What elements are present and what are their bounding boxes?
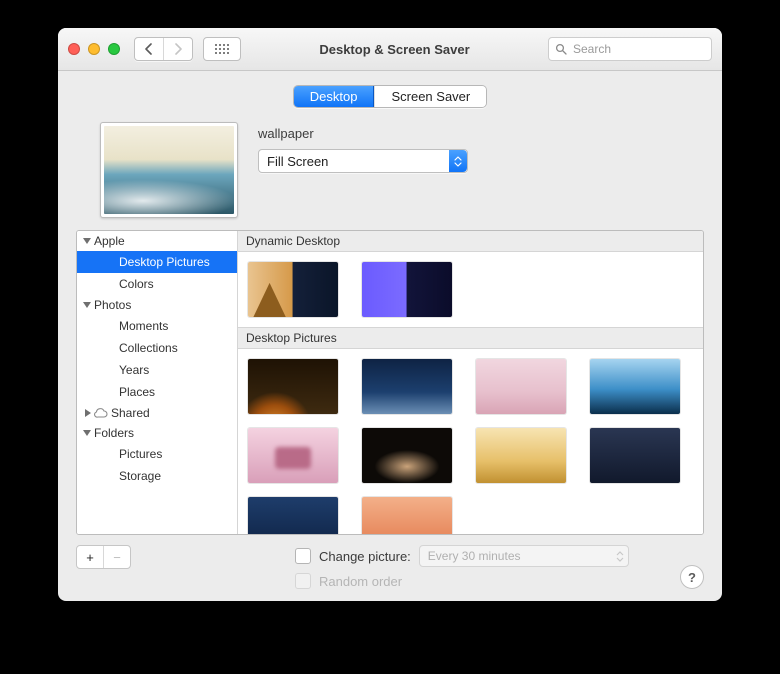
zoom-button[interactable]: [108, 43, 120, 55]
search-field[interactable]: [548, 37, 712, 61]
section-desktop-pictures: Desktop Pictures: [238, 327, 703, 349]
wallpaper-thumb[interactable]: [362, 359, 452, 414]
wallpaper-thumb[interactable]: [590, 359, 680, 414]
group-label: Apple: [94, 234, 125, 248]
forward-button[interactable]: [164, 38, 192, 60]
wallpaper-name-label: wallpaper: [258, 126, 468, 141]
group-apple[interactable]: Apple: [77, 231, 237, 251]
group-label: Folders: [94, 426, 134, 440]
source-collections[interactable]: Collections: [77, 337, 237, 359]
source-label: Pictures: [119, 447, 162, 461]
source-label: Years: [119, 363, 149, 377]
search-icon: [555, 43, 567, 55]
nav-back-forward: [134, 37, 193, 61]
minimize-button[interactable]: [88, 43, 100, 55]
wallpaper-thumb[interactable]: [248, 262, 338, 317]
source-label: Places: [119, 385, 155, 399]
fill-mode-value: Fill Screen: [267, 154, 328, 169]
close-button[interactable]: [68, 43, 80, 55]
tab-desktop[interactable]: Desktop: [294, 86, 375, 107]
source-desktop-pictures[interactable]: Desktop Pictures: [77, 251, 237, 273]
window-controls: [68, 43, 120, 55]
source-years[interactable]: Years: [77, 359, 237, 381]
wallpaper-thumb[interactable]: [248, 497, 338, 534]
section-dynamic-desktop: Dynamic Desktop: [238, 231, 703, 252]
group-label: Shared: [111, 406, 150, 420]
source-places[interactable]: Places: [77, 381, 237, 403]
change-interval-popup: Every 30 minutes: [419, 545, 629, 567]
source-list[interactable]: Apple Desktop Pictures Colors Ph: [77, 231, 238, 534]
disclosure-triangle-icon: [83, 430, 91, 436]
tab-switcher: Desktop Screen Saver: [76, 85, 704, 108]
group-label: Photos: [94, 298, 131, 312]
add-source-button[interactable]: +: [77, 546, 104, 568]
remove-source-button[interactable]: −: [104, 546, 130, 568]
wallpaper-thumb[interactable]: [476, 359, 566, 414]
wallpaper-thumb[interactable]: [248, 359, 338, 414]
wallpaper-thumbnail: [104, 126, 234, 214]
wallpaper-thumb[interactable]: [362, 497, 452, 534]
pane-body: Desktop Screen Saver wallpaper Fill Scre…: [58, 71, 722, 601]
help-button[interactable]: ?: [680, 565, 704, 589]
change-picture-label: Change picture:: [319, 549, 411, 564]
cloud-icon: [94, 408, 108, 418]
group-shared[interactable]: Shared: [77, 403, 237, 423]
source-label: Colors: [119, 277, 154, 291]
source-label: Collections: [119, 341, 178, 355]
wallpaper-thumb[interactable]: [362, 428, 452, 483]
grid-icon: [215, 44, 229, 54]
random-order-checkbox: [295, 573, 311, 589]
popup-arrows-icon: [612, 551, 628, 562]
change-picture-row: Change picture: Every 30 minutes: [295, 545, 629, 567]
tab-screensaver[interactable]: Screen Saver: [374, 86, 486, 107]
source-moments[interactable]: Moments: [77, 315, 237, 337]
fill-mode-popup[interactable]: Fill Screen: [258, 149, 468, 173]
source-label: Desktop Pictures: [119, 255, 210, 269]
titlebar: Desktop & Screen Saver: [58, 28, 722, 71]
source-label: Storage: [119, 469, 161, 483]
wallpaper-thumb[interactable]: [362, 262, 452, 317]
source-pictures-folder[interactable]: Pictures: [77, 443, 237, 465]
source-label: Moments: [119, 319, 168, 333]
group-photos[interactable]: Photos: [77, 295, 237, 315]
random-order-row: Random order: [295, 573, 629, 589]
add-remove-source: + −: [76, 545, 131, 569]
wallpaper-thumb[interactable]: [248, 428, 338, 483]
disclosure-triangle-icon: [85, 409, 91, 417]
interval-value: Every 30 minutes: [428, 549, 521, 563]
source-colors[interactable]: Colors: [77, 273, 237, 295]
change-picture-checkbox[interactable]: [295, 548, 311, 564]
source-storage-folder[interactable]: Storage: [77, 465, 237, 487]
popup-arrows-icon: [449, 150, 467, 172]
random-order-label: Random order: [319, 574, 402, 589]
wallpaper-thumb[interactable]: [476, 428, 566, 483]
window-title: Desktop & Screen Saver: [241, 42, 548, 57]
show-all-button[interactable]: [203, 37, 241, 61]
disclosure-triangle-icon: [83, 302, 91, 308]
group-folders[interactable]: Folders: [77, 423, 237, 443]
search-input[interactable]: [571, 41, 705, 57]
current-wallpaper-preview: [100, 122, 238, 218]
wallpaper-grid[interactable]: Dynamic Desktop Desktop Pictures: [238, 231, 703, 534]
preferences-window: Desktop & Screen Saver Desktop Screen Sa…: [58, 28, 722, 601]
back-button[interactable]: [135, 38, 164, 60]
disclosure-triangle-icon: [83, 238, 91, 244]
wallpaper-thumb[interactable]: [590, 428, 680, 483]
